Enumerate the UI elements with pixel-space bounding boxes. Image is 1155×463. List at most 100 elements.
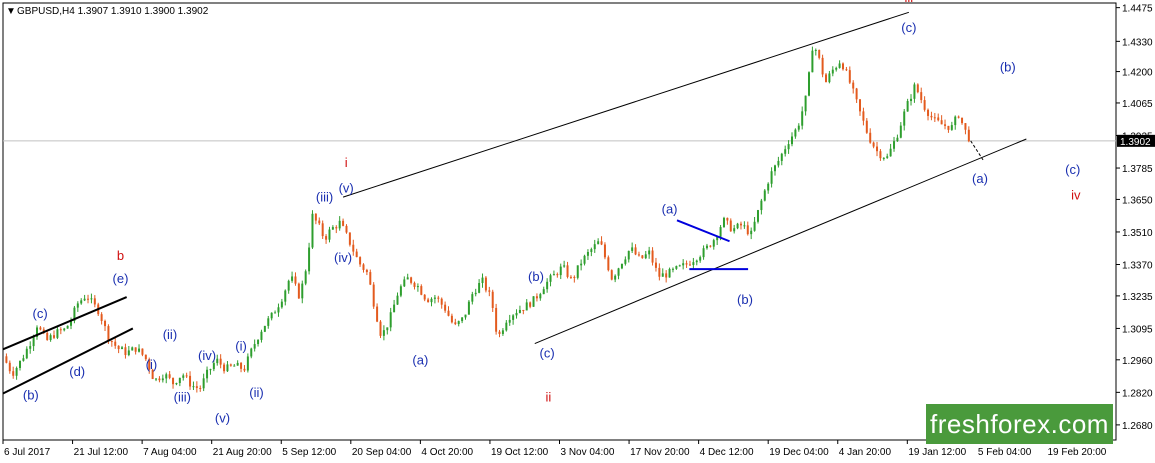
candle-body xyxy=(695,260,698,263)
candle-body xyxy=(515,312,518,316)
y-tick-label: 1.3650 xyxy=(1122,195,1153,206)
candle-body xyxy=(457,321,460,325)
candle-body xyxy=(600,241,603,245)
candle-body xyxy=(134,347,137,352)
candle-body xyxy=(729,220,732,232)
candle-body xyxy=(331,227,334,230)
candle-body xyxy=(957,116,960,118)
candle-body xyxy=(236,362,239,366)
candle-body xyxy=(372,284,375,307)
candle-body xyxy=(753,221,756,231)
candle-body xyxy=(491,291,494,308)
x-tick-label: 20 Sep 04:00 xyxy=(352,447,412,458)
candle-body xyxy=(637,254,640,256)
candle-body xyxy=(675,266,678,269)
candle-body xyxy=(726,217,729,221)
candle-body xyxy=(950,125,953,130)
header-arrow-icon[interactable]: ▼ xyxy=(6,6,16,17)
candle-body xyxy=(223,364,226,372)
candle-body xyxy=(454,322,457,325)
candle-body xyxy=(447,310,450,316)
candle-body xyxy=(529,302,532,307)
wave-label: (a) xyxy=(972,171,988,186)
candle-body xyxy=(481,277,484,284)
candle-body xyxy=(15,367,18,376)
x-tick-label: 21 Jul 12:00 xyxy=(74,447,129,458)
y-tick-label: 1.2960 xyxy=(1122,356,1153,367)
wave-label: (c) xyxy=(540,345,555,360)
wave-label: b xyxy=(117,248,124,263)
x-tick-label: 5 Feb 04:00 xyxy=(978,447,1032,458)
candle-body xyxy=(739,223,742,226)
wave-label: (iv) xyxy=(198,348,216,363)
candle-body xyxy=(155,378,158,380)
candle-body xyxy=(835,67,838,70)
candle-body xyxy=(566,265,569,277)
x-tick-label: 21 Aug 20:00 xyxy=(213,447,272,458)
candle-body xyxy=(209,369,212,371)
candle-body xyxy=(328,229,331,240)
candle-body xyxy=(403,279,406,287)
candle-body xyxy=(25,348,28,359)
candle-body xyxy=(461,317,464,322)
x-tick-label: 6 Jul 2017 xyxy=(4,447,51,458)
candle-body xyxy=(869,132,872,143)
y-tick-label: 1.4330 xyxy=(1122,37,1153,48)
price-chart[interactable]: (b) (c) (d) (e) b (i) (ii) (iii) (iv) (v) (i) (ii) (… xyxy=(0,0,1155,463)
wave-label: (i) xyxy=(146,357,158,372)
candle-body xyxy=(763,190,766,201)
candle-body xyxy=(947,125,950,130)
candle-body xyxy=(359,257,362,265)
candle-body xyxy=(930,115,933,118)
candle-body xyxy=(501,330,504,334)
candle-body xyxy=(671,268,674,270)
wave-label: (iii) xyxy=(174,390,191,405)
candle-body xyxy=(525,302,528,311)
candle-body xyxy=(933,117,936,119)
candle-body xyxy=(495,307,498,332)
candle-body xyxy=(692,262,695,266)
candle-body xyxy=(229,364,232,366)
wave-label: (iii) xyxy=(316,190,333,205)
candle-body xyxy=(620,263,623,269)
candle-body xyxy=(93,298,96,305)
candle-body xyxy=(580,263,583,266)
candle-body xyxy=(250,348,253,357)
candle-body xyxy=(202,378,205,389)
x-tick-label: 4 Dec 12:00 xyxy=(700,447,754,458)
candle-body xyxy=(240,362,243,369)
candle-body xyxy=(505,322,508,331)
candle-body xyxy=(39,327,42,330)
candle-body xyxy=(756,210,759,222)
candle-body xyxy=(294,276,297,284)
candle-body xyxy=(699,257,702,261)
candle-body xyxy=(773,165,776,172)
chart-header-info: GBPUSD,H4 1.3907 1.3910 1.3900 1.3902 xyxy=(17,6,209,17)
candle-body xyxy=(206,369,209,379)
candle-body xyxy=(212,363,215,370)
candle-body xyxy=(423,294,426,300)
candle-body xyxy=(855,88,858,100)
candle-body xyxy=(22,358,25,361)
candle-body xyxy=(889,148,892,157)
x-tick-label: 19 Jan 12:00 xyxy=(908,447,966,458)
candle-body xyxy=(379,321,382,336)
candle-body xyxy=(87,298,90,300)
candle-body xyxy=(648,250,651,255)
candle-body xyxy=(733,228,736,232)
candle-body xyxy=(508,319,511,323)
y-tick-label: 1.3510 xyxy=(1122,228,1153,239)
candle-body xyxy=(668,268,671,278)
candle-body xyxy=(923,100,926,110)
candle-body xyxy=(121,347,124,350)
candle-body xyxy=(335,227,338,229)
wave-label: (v) xyxy=(339,180,354,195)
candle-body xyxy=(182,375,185,378)
current-price-tag: 1.3902 xyxy=(1117,134,1155,148)
candle-body xyxy=(634,247,637,255)
candle-body xyxy=(831,69,834,74)
candle-body xyxy=(842,63,845,70)
candle-body xyxy=(896,137,899,142)
wave-label: (i) xyxy=(235,339,247,354)
chart-window[interactable]: (b) (c) (d) (e) b (i) (ii) (iii) (iv) (v) (i) (ii) (… xyxy=(0,0,1155,463)
